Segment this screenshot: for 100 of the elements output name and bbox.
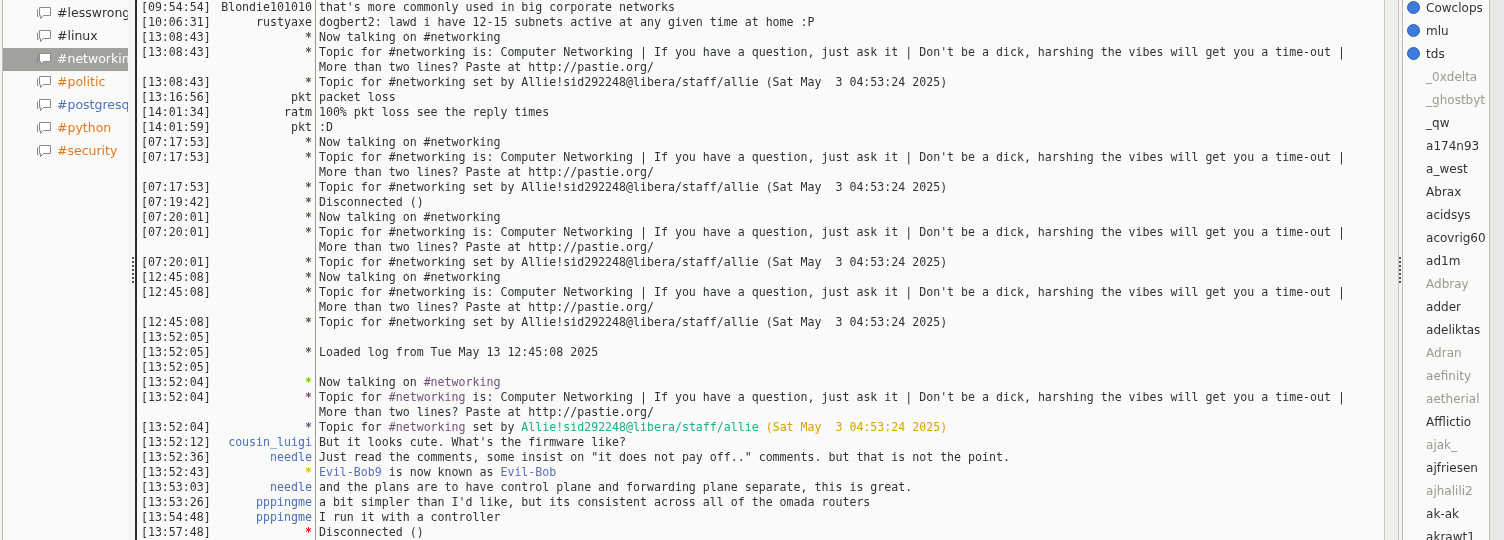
scrollbar[interactable] [1490,0,1504,540]
message-text: Topic for #networking is: Computer Networking | If you have a question, just ask it | Don't be a dick, harshing the vibes will get you a time-out | More than two lines? Paste at http://pastie.org/ [318,225,1346,254]
timestamp: [10:06:31] [140,15,212,30]
timestamp: [12:45:08] [140,285,212,300]
timestamp: [07:19:42] [140,195,212,210]
user-nick[interactable]: ajfriesen [1426,458,1478,477]
message-text: Loaded log from Tue May 13 12:45:08 2025 [318,345,599,359]
message-text: that's more commonly used in big corporate networks [318,0,675,14]
message-text: Topic for #networking set by Allie!sid292248@libera/staff/allie (Sat May 3 04:53:24 2025) [318,315,948,329]
timestamp: [13:52:43] [140,465,212,480]
event-marker: * [304,210,312,224]
timestamp: [13:52:05] [140,345,212,360]
event-marker: * [304,135,312,149]
message-text: Evil-Bob9 is now known as Evil-Bob [318,465,557,479]
message-text: Disconnected () [318,525,424,539]
user-nick[interactable]: a174n93 [1426,136,1480,155]
message-text: and the plans are to have control plane and forwarding plane separate, this is great. [318,480,913,494]
timestamp: [09:54:54] [140,0,212,15]
message-text: Now talking on #networking [318,30,501,44]
message-text: But it looks cute. What's the firmware like? [318,435,627,449]
message-text: Topic for #networking set by Allie!sid292248@libera/staff/allie (Sat May 3 04:53:24 2025) [318,75,948,89]
nickname: rustyaxe [256,15,312,29]
timestamp: [07:17:53] [140,135,212,150]
message-text: Now talking on #networking [318,210,501,224]
user-nick[interactable]: akrawt1 [1426,527,1475,540]
chat-bubble-icon [36,6,52,21]
message-text: Topic for #networking is: Computer Networking | If you have a question, just ask it | Don't be a dick, harshing the vibes will get you a time-out | More than two lines? Paste at http://pastie.org/ [318,45,1346,74]
user-nick[interactable]: ad1m [1426,251,1461,270]
message-text: Disconnected () [318,195,424,209]
message-text: packet loss [318,90,396,104]
chat-bubble-icon [36,98,52,113]
message-text: 100% pkt loss see the reply times [318,105,550,119]
event-marker: * [304,75,312,89]
chat-bubble-icon [36,75,52,90]
pane-resize-handle[interactable] [131,257,134,283]
event-marker: * [304,30,312,44]
nickname: ratm [284,105,312,119]
nickname: pppingme [256,495,312,509]
message-text: :D [318,120,333,134]
event-marker: * [304,390,312,404]
event-marker: * [304,375,312,389]
timestamp: [13:52:05] [140,330,212,345]
timestamp: [13:53:03] [140,480,212,495]
nickname: needle [270,480,312,494]
event-marker: * [304,465,312,479]
user-nick[interactable]: _qw [1426,113,1450,132]
timestamp: [13:08:43] [140,30,212,45]
timestamp: [13:52:05] [140,360,212,375]
channel-item[interactable]: #linux [3,25,128,48]
message-text: Topic for #networking set by Allie!sid292248@libera/staff/allie (Sat May 3 04:53:24 2025) [318,255,948,269]
message-text: Topic for #networking is: Computer Networking | If you have a question, just ask it | Don't be a dick, harshing the vibes will get you a time-out | More than two lines? Paste at http://pastie.org/ [318,150,1346,179]
user-nick[interactable]: acidsys [1426,205,1471,224]
timestamp: [13:08:43] [140,45,212,60]
timestamp: [12:45:08] [140,270,212,285]
event-marker: * [304,195,312,209]
message-text: I run it with a controller [318,510,501,524]
message-text: Topic for #networking set by Allie!sid292248@libera/staff/allie (Sat May 3 04:53:24 2025) [318,180,948,194]
user-nick[interactable]: acovrig60 [1426,228,1486,247]
user-nick[interactable]: adeliktas [1426,320,1481,339]
nickname: pkt [290,90,312,104]
timestamp: [07:17:53] [140,180,212,195]
event-marker: * [304,420,312,434]
nickname: pppingme [256,510,312,524]
event-marker: * [304,525,312,539]
timestamp: [13:08:43] [140,75,212,90]
timestamp: [07:20:01] [140,255,212,270]
chat-bubble-icon [36,144,52,159]
event-marker: * [304,255,312,269]
user-nick[interactable]: ak-ak [1426,504,1459,523]
user-nick[interactable]: Afflictio [1426,412,1472,431]
message-text: dogbert2: lawd i have 12-15 subnets active at any given time at home :P [318,15,815,29]
timestamp: [07:20:01] [140,225,212,240]
user-nick[interactable]: Cowclops [1426,0,1483,17]
timestamp: [13:53:26] [140,495,212,510]
timestamp: [12:45:08] [140,315,212,330]
timestamp: [13:16:56] [140,90,212,105]
timestamp: [14:01:34] [140,105,212,120]
user-nick[interactable]: a_west [1426,159,1468,178]
user-nick[interactable]: Abrax [1426,182,1462,201]
event-marker: * [304,180,312,194]
nickname: needle [270,450,312,464]
timestamp: [14:01:59] [140,120,212,135]
nickname: cousin_luigi [228,435,312,449]
user-nick[interactable]: mlu [1426,21,1449,40]
timestamp: [07:20:01] [140,210,212,225]
message-text: Now talking on #networking [318,135,501,149]
timestamp: [13:52:36] [140,450,212,465]
event-marker: * [304,225,312,239]
user-nick[interactable]: adder [1426,297,1461,316]
timestamp: [13:52:04] [140,390,212,405]
channel-item[interactable]: #postgresq [3,94,128,117]
timestamp: [13:57:48] [140,525,212,540]
scrollbar[interactable] [1384,0,1400,540]
message-text: Now talking on #networking [318,375,501,389]
user-nick[interactable]: tds [1426,44,1445,63]
timestamp: [13:52:12] [140,435,212,450]
event-marker: * [304,285,312,299]
event-marker: * [304,150,312,164]
chat-bubble-icon [36,52,52,67]
chat-bubble-icon [36,29,52,44]
